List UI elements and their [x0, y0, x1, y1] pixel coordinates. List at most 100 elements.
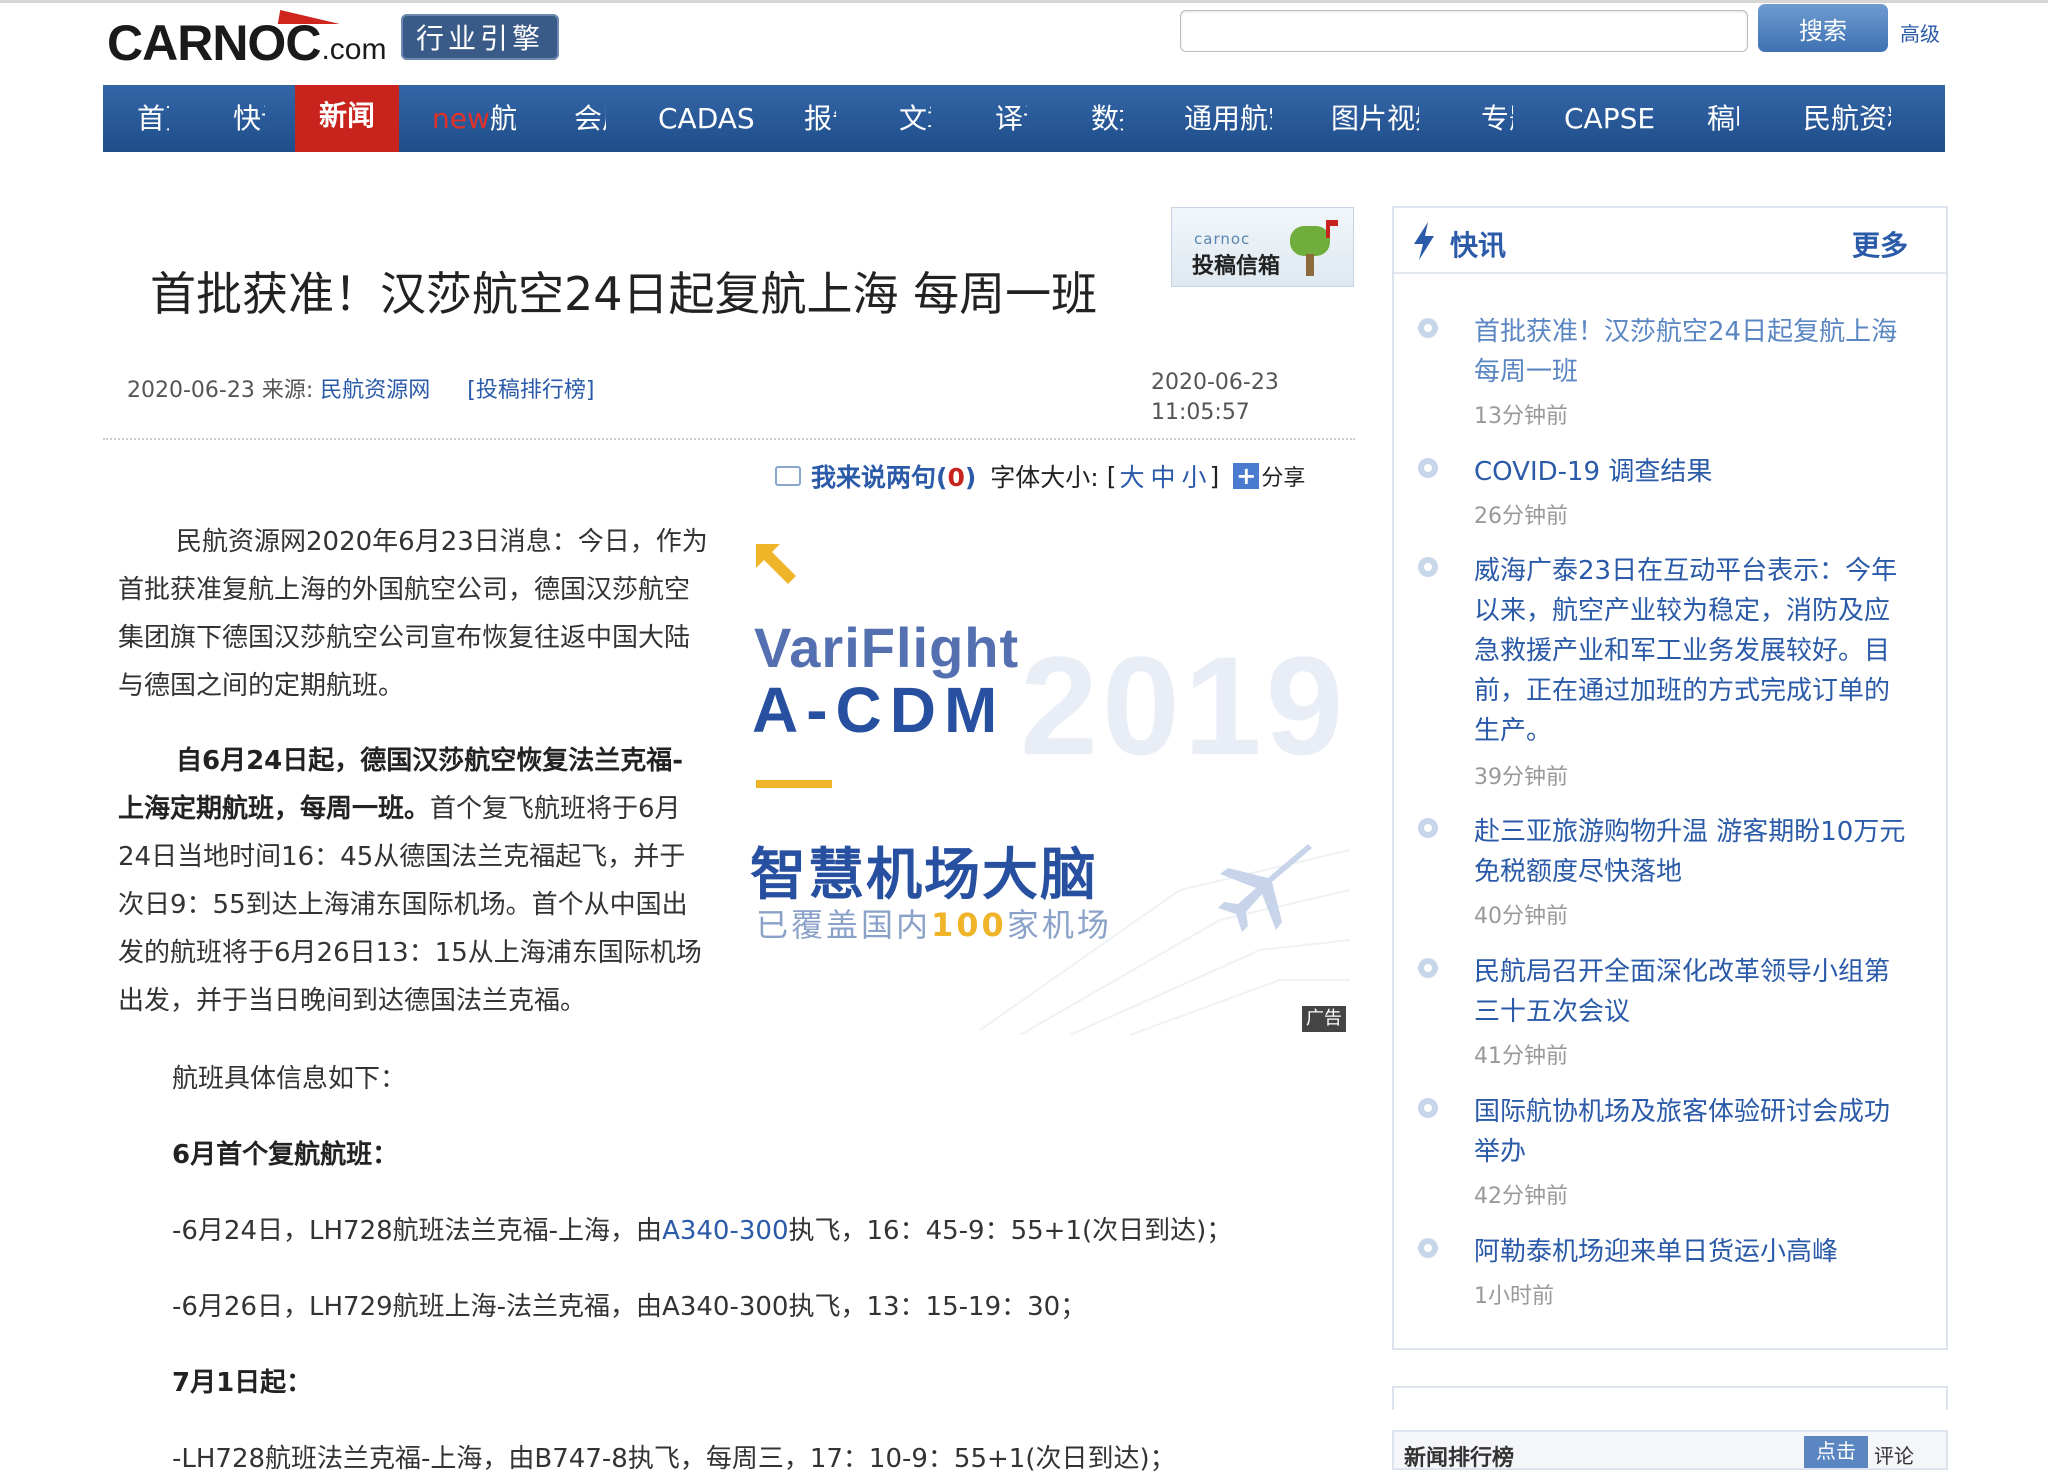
news-item-time: 13分钟前	[1474, 404, 1568, 429]
share-link[interactable]: 分享	[1261, 460, 1305, 492]
news-item-title[interactable]: 民航局召开全面深化改革领导小组第三十五次会议	[1474, 952, 1914, 1032]
nav-home[interactable]: 首页	[137, 85, 169, 152]
nav-translation[interactable]: 译讯	[995, 85, 1027, 152]
flight-line-1-a: -6月24日，LH728航班法兰克福-上海，由	[172, 1216, 663, 1246]
nav-expo[interactable]: 会展	[574, 85, 606, 152]
search-button[interactable]: 搜索	[1758, 4, 1888, 52]
nav-data[interactable]: 数据	[1091, 85, 1123, 152]
font-small-button[interactable]: 小	[1182, 458, 1207, 494]
carnoc-logo[interactable]: CARNOC .com	[107, 8, 386, 68]
comment-label: 我来说两句	[811, 463, 937, 492]
ad-subline: 已覆盖国内100家机场	[756, 900, 1112, 946]
article-paragraph-1: 民航资源网2020年6月23日消息：今日，作为首批获准复航上海的外国航空公司，德…	[118, 527, 708, 701]
ranking-title: 新闻排行榜	[1404, 1446, 1515, 1470]
nav-report[interactable]: 报告	[804, 85, 836, 152]
news-item-title[interactable]: 威海广泰23日在互动平台表示：今年以来，航空产业较为稳定，消防及应急救援产业和军…	[1474, 551, 1914, 751]
sidebar-header: 快讯 更多	[1394, 208, 1946, 274]
article-paragraph-2: 自6月24日起，德国汉莎航空恢复法兰克福-上海定期航班，每周一班。首个复飞航班将…	[118, 737, 708, 1025]
nav-topic[interactable]: 专题	[1481, 85, 1513, 152]
news-item-time: 40分钟前	[1474, 904, 1568, 929]
ad-sub-b: 家机场	[1006, 906, 1112, 944]
share-plus-icon[interactable]: +	[1233, 463, 1260, 489]
news-item-title[interactable]: 国际航协机场及旅客体验研讨会成功举办	[1474, 1092, 1914, 1172]
airplane-icon	[1218, 844, 1312, 932]
sidebar-box-2	[1392, 1386, 1948, 1410]
comment-link[interactable]: 我来说两句(0)	[811, 458, 976, 494]
nav-article[interactable]: 文章	[899, 85, 931, 152]
logo-text: CARNOC	[107, 15, 321, 71]
main-nav: 首页 快讯 新闻 new航旅 会展 CADAS 报告 文章 译讯 数据 通用航空…	[103, 85, 1945, 152]
news-item-time: 1小时前	[1474, 1284, 1554, 1309]
font-large-button[interactable]: 大	[1120, 458, 1145, 494]
news-item-time: 39分钟前	[1474, 765, 1568, 790]
paragraph-2-rest: 首个复飞航班将于6月24日当地时间16：45从德国法兰克福起飞，并于次日9：55…	[118, 794, 702, 1016]
tougao-brand: carnoc	[1194, 230, 1251, 248]
flight-line-1: -6月24日，LH728航班法兰克福-上海，由A340-300执飞，16：45-…	[172, 1210, 1232, 1247]
comment-count: 0	[947, 463, 965, 492]
rank-link[interactable]: [投稿排行榜]	[467, 378, 594, 403]
nav-submission[interactable]: 稿明	[1707, 85, 1739, 152]
nav-travel[interactable]: new航旅	[432, 85, 516, 152]
article-heading-june: 6月首个复航航班：	[172, 1140, 399, 1170]
aircraft-link[interactable]: A340-300	[662, 1216, 788, 1246]
ad-year: 2019	[1020, 627, 1348, 784]
bullet-icon	[1418, 818, 1438, 838]
news-item-title[interactable]: COVID-19 调查结果	[1474, 452, 1914, 492]
source-label: 来源:	[261, 378, 314, 403]
nav-cadas[interactable]: CADAS	[658, 85, 768, 152]
nav-news[interactable]: 新闻	[295, 85, 399, 152]
rank-link-text[interactable]: 投稿排行榜	[476, 378, 586, 403]
news-ranking-box: 新闻排行榜 点击 评论	[1392, 1430, 1948, 1470]
article-toolbar: 我来说两句(0) 字体大小: [ 大 中 小 ] + 分享	[775, 458, 1305, 494]
news-item-title[interactable]: 首批获准！汉莎航空24日起复航上海 每周一班	[1474, 312, 1914, 392]
nav-flash[interactable]: 快讯	[233, 85, 265, 152]
nav-travel-label: 航旅	[489, 102, 516, 135]
search-input[interactable]	[1180, 10, 1748, 52]
sidebar-more-link[interactable]: 更多	[1852, 224, 1908, 264]
bullet-icon	[1418, 458, 1438, 478]
ranking-tab-comments[interactable]: 评论	[1874, 1440, 1914, 1468]
tougao-label: 投稿信箱	[1192, 254, 1281, 279]
logo-com-text: .com	[321, 33, 387, 66]
article-title: 首批获准！汉莎航空24日起复航上海 每周一班	[150, 267, 1098, 321]
ad-accent-bar	[756, 780, 832, 788]
ranking-tab-clicks[interactable]: 点击	[1804, 1436, 1868, 1468]
mailbox-icon	[1290, 220, 1338, 276]
top-border	[0, 0, 2048, 3]
bullet-icon	[1418, 1238, 1438, 1258]
sidebar-title: 快讯	[1450, 229, 1507, 262]
article-paragraph-3: 航班具体信息如下：	[172, 1064, 407, 1094]
timestamp-date: 2020-06-23	[1151, 370, 1279, 395]
bullet-icon	[1418, 958, 1438, 978]
submission-mailbox-button[interactable]: carnoc 投稿信箱	[1171, 207, 1354, 287]
flight-line-1-b: 执飞，16：45-9：55+1(次日到达)；	[788, 1216, 1233, 1246]
divider	[103, 438, 1355, 440]
news-item-title[interactable]: 赴三亚旅游购物升温 游客期盼10万元免税额度尽快落地	[1474, 812, 1914, 892]
bullet-icon	[1418, 1098, 1438, 1118]
nav-capse[interactable]: CAPSE	[1564, 85, 1664, 152]
flash-news-sidebar: 快讯 更多 首批获准！汉莎航空24日起复航上海 每周一班 13分钟前 COVID…	[1392, 206, 1948, 1350]
advanced-search-link[interactable]: 高级	[1900, 18, 1940, 47]
nav-materials[interactable]: 民航资料	[1803, 85, 1891, 152]
ad-sub-a: 已覆盖国内	[756, 906, 932, 944]
nav-new-label: new	[432, 102, 490, 135]
ad-product-name: A-CDM	[752, 674, 1006, 746]
article-date: 2020-06-23	[127, 378, 255, 403]
timestamp-clock: 11:05:57	[1151, 400, 1250, 425]
source-link[interactable]: 民航资源网	[320, 378, 430, 403]
flight-line-3: -LH728航班法兰克福-上海，由B747-8执飞，每周三，17：10-9：55…	[172, 1444, 1176, 1474]
news-item-time: 42分钟前	[1474, 1184, 1568, 1209]
article-meta: 2020-06-23 来源: 民航资源网 [投稿排行榜]	[127, 372, 595, 404]
variflight-ad[interactable]: 2019 VariFlight A-CDM 智慧机场大脑 已覆盖国内100家机场…	[730, 530, 1350, 1035]
nav-general-aviation[interactable]: 通用航空	[1184, 85, 1272, 152]
nav-photo-video[interactable]: 图片视频	[1331, 85, 1419, 152]
comment-icon	[775, 466, 801, 486]
news-item-title[interactable]: 阿勒泰机场迎来单日货运小高峰	[1474, 1232, 1914, 1272]
industry-engine-badge[interactable]: 行业引擎	[401, 14, 559, 60]
flight-line-2: -6月26日，LH729航班上海-法兰克福，由A340-300执飞，13：15-…	[172, 1292, 1087, 1322]
bullet-icon	[1418, 557, 1438, 577]
ad-label: 广告	[1302, 1006, 1346, 1032]
font-medium-button[interactable]: 中	[1151, 458, 1176, 494]
ad-sub-number: 100	[931, 906, 1007, 944]
article-heading-july: 7月1日起：	[172, 1368, 313, 1398]
